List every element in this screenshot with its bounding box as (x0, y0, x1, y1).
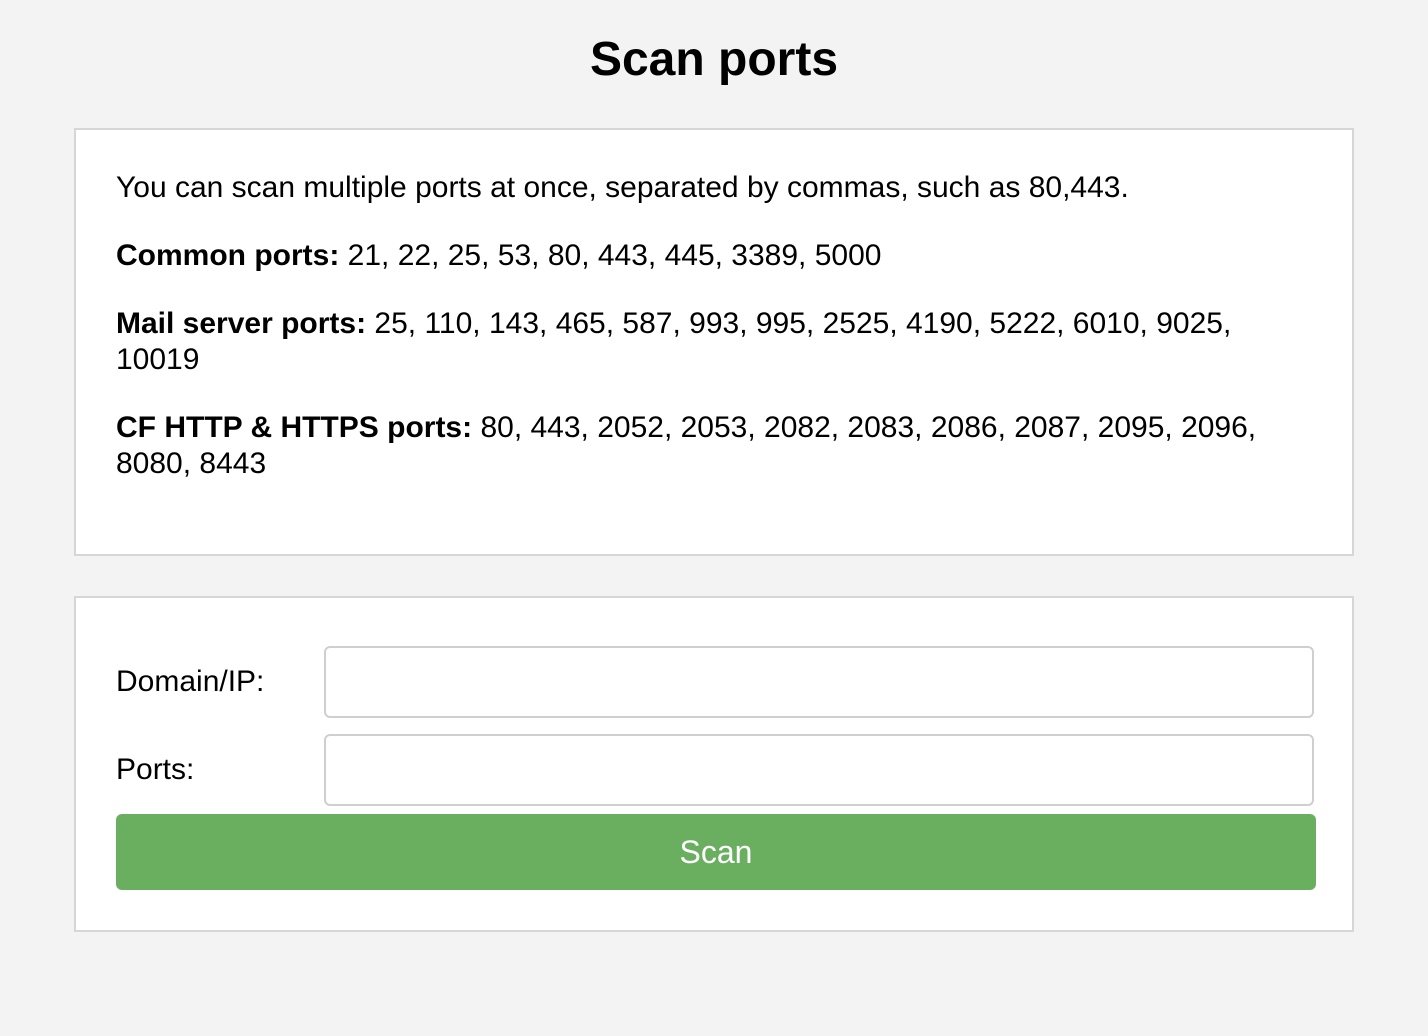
intro-text: You can scan multiple ports at once, sep… (116, 171, 1129, 204)
mail-ports-label: Mail server ports: (116, 307, 367, 340)
domain-input[interactable] (324, 646, 1314, 718)
cf-ports-label: CF HTTP & HTTPS ports: (116, 411, 473, 444)
common-ports-list: 21, 22, 25, 53, 80, 443, 445, 3389, 5000 (339, 239, 882, 272)
ports-row: Ports: (116, 734, 1316, 806)
ports-label: Ports: (116, 753, 195, 786)
mail-ports-line: Mail server ports: 25, 110, 143, 465, 58… (116, 306, 1312, 378)
common-ports-line: Common ports: 21, 22, 25, 53, 80, 443, 4… (116, 238, 1312, 274)
info-panel: You can scan multiple ports at once, sep… (74, 128, 1354, 556)
ports-input[interactable] (324, 734, 1314, 806)
cf-ports-line: CF HTTP & HTTPS ports: 80, 443, 2052, 20… (116, 410, 1312, 482)
scan-form: Domain/IP: Ports: Scan (74, 596, 1354, 932)
page-title: Scan ports (589, 33, 839, 86)
domain-row: Domain/IP: (116, 646, 1316, 718)
domain-label: Domain/IP: (116, 665, 265, 698)
common-ports-label: Common ports: (116, 239, 340, 272)
scan-button[interactable]: Scan (116, 814, 1316, 890)
